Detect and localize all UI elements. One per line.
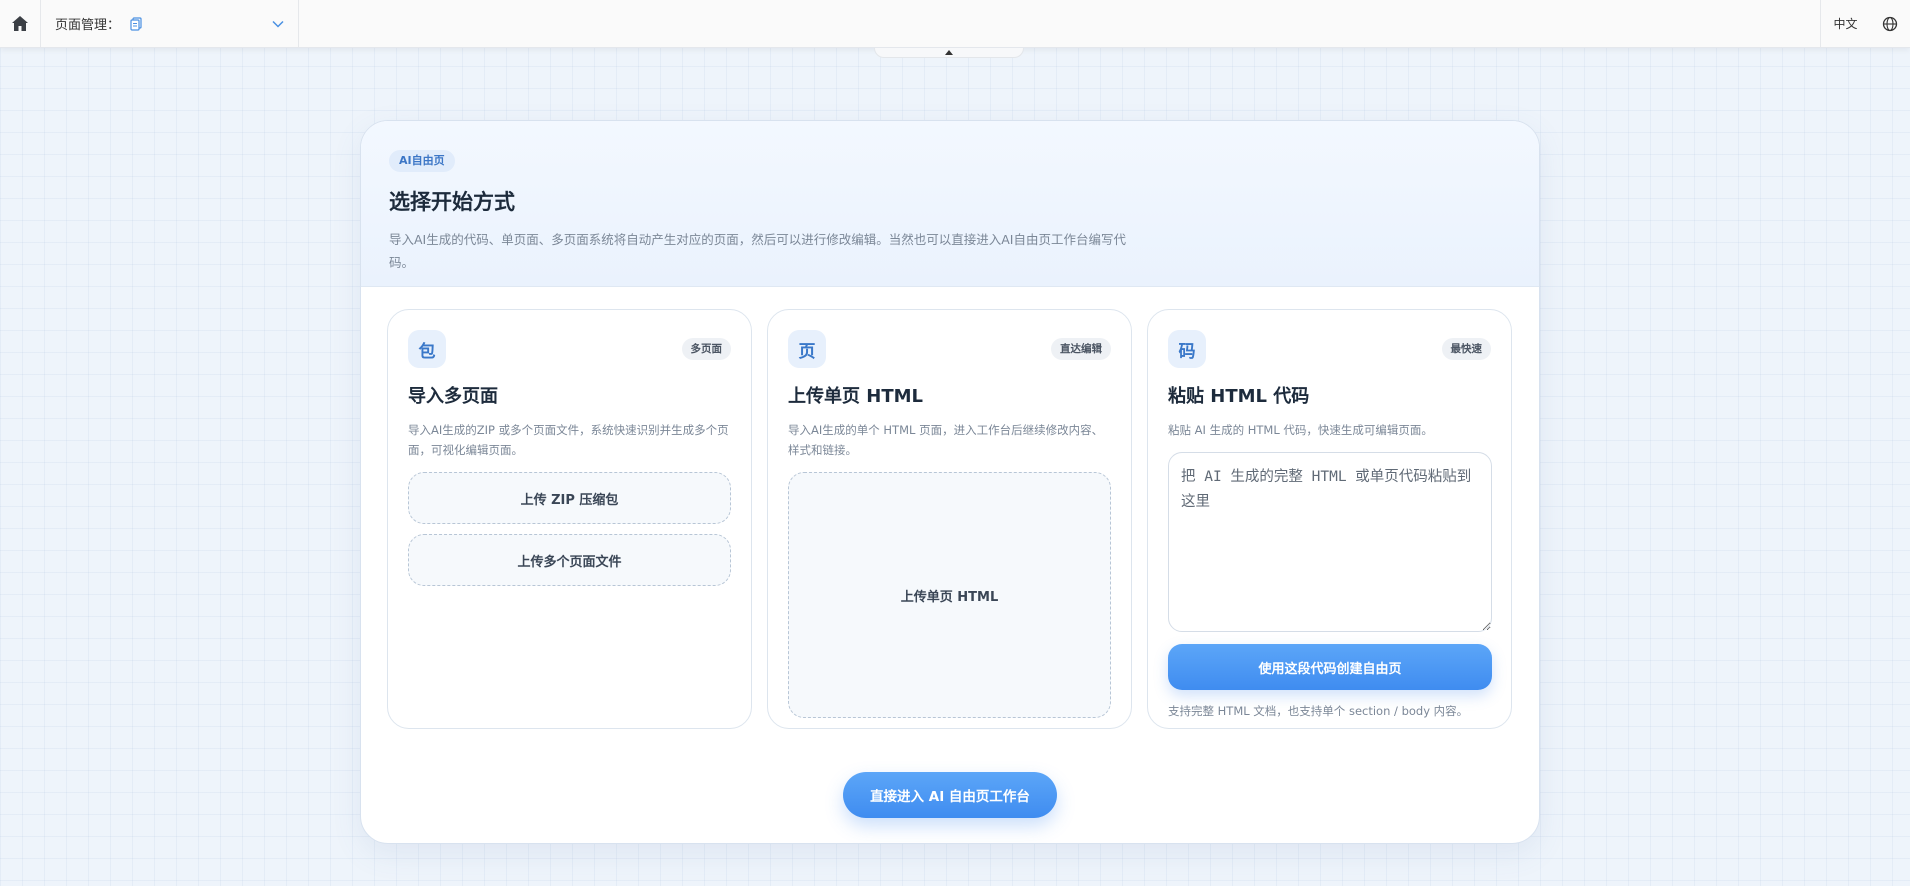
card-title: 上传单页 HTML bbox=[788, 386, 923, 407]
upload-html-dropzone[interactable]: 上传单页 HTML bbox=[788, 472, 1111, 718]
card-footnote: 支持完整 HTML 文档，也支持单个 section / body 内容。 bbox=[1168, 704, 1469, 718]
card-badge: 直达编辑 bbox=[1051, 338, 1111, 360]
page-select-label: 页面管理： bbox=[55, 18, 121, 33]
caret-up-icon bbox=[945, 50, 953, 55]
panel-tag: AI自由页 bbox=[389, 150, 455, 172]
card-description: 导入AI生成的ZIP 或多个页面文件，系统快速识别并生成多个页面，可视化编辑页面… bbox=[408, 423, 729, 457]
card-title: 导入多页面 bbox=[408, 386, 498, 407]
upload-zip-button[interactable]: 上传 ZIP 压缩包 bbox=[408, 472, 731, 524]
collapse-toggle[interactable] bbox=[874, 48, 1024, 58]
create-from-code-button[interactable]: 使用这段代码创建自由页 bbox=[1168, 644, 1492, 690]
panel-description: 导入AI生成的代码、单页面、多页面系统将自动产生对应的页面，然后可以进行修改编辑… bbox=[389, 232, 1126, 270]
home-button[interactable] bbox=[0, 0, 41, 47]
card-description: 导入AI生成的单个 HTML 页面，进入工作台后继续修改内容、样式和链接。 bbox=[788, 423, 1104, 457]
page-select-dropdown[interactable]: 页面管理： bbox=[41, 0, 299, 47]
globe-button[interactable] bbox=[1870, 0, 1910, 47]
upload-files-button[interactable]: 上传多个页面文件 bbox=[408, 534, 731, 586]
enter-workbench-button[interactable]: 直接进入 AI 自由页工作台 bbox=[843, 772, 1057, 818]
card-badge: 多页面 bbox=[681, 338, 731, 360]
page-title: 选择开始方式 bbox=[389, 190, 515, 214]
card-multi-page: 包 多页面 导入多页面 导入AI生成的ZIP 或多个页面文件，系统快速识别并生成… bbox=[387, 309, 752, 729]
package-icon: 包 bbox=[408, 330, 446, 368]
chevron-down-icon bbox=[272, 20, 284, 28]
html-code-textarea[interactable] bbox=[1168, 452, 1492, 632]
card-single-html: 页 直达编辑 上传单页 HTML 导入AI生成的单个 HTML 页面，进入工作台… bbox=[767, 309, 1132, 729]
start-panel: AI自由页 选择开始方式 导入AI生成的代码、单页面、多页面系统将自动产生对应的… bbox=[360, 120, 1540, 844]
card-title: 粘贴 HTML 代码 bbox=[1168, 386, 1310, 407]
option-cards: 包 多页面 导入多页面 导入AI生成的ZIP 或多个页面文件，系统快速识别并生成… bbox=[387, 309, 1512, 729]
page-icon: 页 bbox=[788, 330, 826, 368]
language-switch[interactable]: 中文 bbox=[1820, 0, 1870, 47]
card-paste-code: 码 最快速 粘贴 HTML 代码 粘贴 AI 生成的 HTML 代码，快速生成可… bbox=[1147, 309, 1512, 729]
home-icon bbox=[11, 15, 29, 32]
panel-header: AI自由页 选择开始方式 导入AI生成的代码、单页面、多页面系统将自动产生对应的… bbox=[361, 121, 1539, 287]
card-description: 粘贴 AI 生成的 HTML 代码，快速生成可编辑页面。 bbox=[1168, 423, 1433, 437]
code-icon: 码 bbox=[1168, 330, 1206, 368]
document-icon bbox=[130, 16, 142, 31]
globe-icon bbox=[1882, 16, 1898, 32]
card-badge: 最快速 bbox=[1441, 338, 1491, 360]
top-bar: 页面管理： 中文 bbox=[0, 0, 1910, 48]
